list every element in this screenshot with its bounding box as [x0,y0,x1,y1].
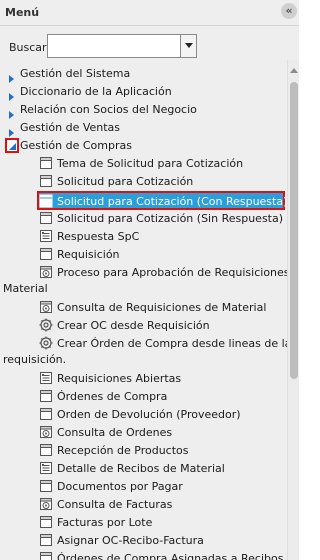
tree-item-label: Solicitud para Cotización (Con Respuesta… [57,195,287,208]
tree-item-label: Facturas por Lote [57,516,153,529]
gear-icon [39,336,53,350]
tree-item-selected[interactable]: Solicitud para Cotización (Con Respuesta… [37,191,287,210]
tree-node-relacion-socios[interactable]: Relación con Socios del Negocio [0,100,285,119]
tree-item[interactable]: Proceso para Aprobación de Requisiciones… [0,263,287,281]
tree-node-gestion-ventas[interactable]: Gestión de Ventas [0,118,285,137]
tree-item[interactable]: Recepción de Productos [0,441,285,459]
tree-item-label: Requisiciones Abiertas [57,372,182,385]
tree-item-label: Recepción de Productos [57,444,189,457]
tree-item[interactable]: Respuesta SpC [0,227,285,245]
tree-item-label: Crear Órden de Compra desde lineas de la [57,337,287,350]
gear-icon [39,318,53,332]
search-dropdown-button[interactable] [180,35,196,57]
double-chevron-left-icon[interactable]: « [281,3,297,19]
window-icon [40,552,52,560]
report-icon [40,372,52,384]
tree-item-label: Tema de Solicitud para Cotización [57,157,244,170]
tree-item[interactable]: Orden de Devolución (Proveedor) [0,405,285,423]
window-icon [40,248,52,260]
process-icon [40,498,52,510]
scrollbar-thumb[interactable] [290,82,298,379]
scroll-up-arrow-icon[interactable] [290,68,298,73]
chevron-down-icon [185,43,193,48]
tree-node-label: Gestión de Ventas [20,121,121,134]
tree-item[interactable]: Consulta de Facturas [0,495,285,513]
tree-node-gestion-compras[interactable]: Gestión de Compras [0,136,285,154]
tree-item-label: Documentos por Pagar [57,480,183,493]
tree-item[interactable]: Órdenes de Compra Asignadas a Recibos y [0,549,287,560]
window-icon [40,408,52,420]
tree-item[interactable]: Crear Órden de Compra desde lineas de la [0,334,287,352]
window-icon [40,175,52,187]
report-icon [40,230,52,242]
tree-node-label: Gestión de Compras [20,139,132,152]
tree-node-diccionario[interactable]: Diccionario de la Aplicación [0,82,285,101]
process-icon [40,426,52,438]
tree-item-label: Requisición [57,248,120,261]
tree-item[interactable]: Órdenes de Compra [0,387,285,405]
tree-item[interactable]: Documentos por Pagar [0,477,285,495]
tree-item-label: Consulta de Ordenes [57,426,173,439]
tree-item-label: Solicitud para Cotización [57,175,194,188]
search-input[interactable] [48,35,180,57]
tree-item[interactable]: Consulta de Requisiciones de Material [0,298,285,316]
process-icon [40,266,52,278]
vertical-scrollbar[interactable] [287,60,299,560]
tree-node-label: Diccionario de la Aplicación [20,85,172,98]
search-label: Buscar: [9,41,51,54]
tree-item-label: Consulta de Facturas [57,498,173,511]
window-icon [40,212,52,224]
tree-item[interactable]: Solicitud para Cotización [0,172,285,190]
tree-item-label: Órdenes de Compra [57,390,168,403]
menu-tree: Gestión del Sistema Diccionario de la Ap… [0,60,287,560]
tree-item-label: Solicitud para Cotización (Sin Respuesta… [57,212,284,225]
menu-title: Menú [5,6,40,19]
tree-item[interactable]: Requisiciones Abiertas [0,369,285,387]
tree-item[interactable]: Consulta de Ordenes [0,423,285,441]
window-icon [40,390,52,402]
window-icon [39,194,53,208]
tree-node-gestion-del-sistema[interactable]: Gestión del Sistema [0,64,285,83]
report-icon [40,462,52,474]
search-combobox[interactable] [47,34,197,58]
tree-node-label: Gestión del Sistema [20,67,131,80]
tree-item-label: Crear OC desde Requisición [57,319,210,332]
tree-item-label-wrap: Material [3,282,48,295]
tree-item-label: Asignar OC-Recibo-Factura [57,534,204,547]
tree-item-label: Detalle de Recibos de Material [57,462,225,475]
tree-node-label: Relación con Socios del Negocio [20,103,197,116]
window-icon [40,534,52,546]
tree-item-label: Órdenes de Compra Asignadas a Recibos y [57,552,287,560]
tree-item-label: Respuesta SpC [57,230,140,243]
tree-item-label: Consulta de Requisiciones de Material [57,301,267,314]
process-icon [40,301,52,313]
tree-item-label-wrap: requisición. [3,353,67,366]
tree-item[interactable]: Crear OC desde Requisición [0,316,285,334]
window-icon [40,157,52,169]
tree-item-label: Proceso para Aprobación de Requisiciones… [57,266,287,279]
tree-item[interactable]: Tema de Solicitud para Cotización [0,154,285,172]
tree-item-label: Orden de Devolución (Proveedor) [57,408,241,421]
tree-item[interactable]: Facturas por Lote [0,513,285,531]
window-icon [40,516,52,528]
window-icon [40,480,52,492]
tree-item[interactable]: Requisición [0,245,285,263]
tree-item[interactable]: Detalle de Recibos de Material [0,459,285,477]
menu-header: Menú « [0,0,299,26]
tree-item[interactable]: Asignar OC-Recibo-Factura [0,531,285,549]
window-icon [40,444,52,456]
tree-item[interactable]: Solicitud para Cotización (Sin Respuesta… [0,209,285,227]
